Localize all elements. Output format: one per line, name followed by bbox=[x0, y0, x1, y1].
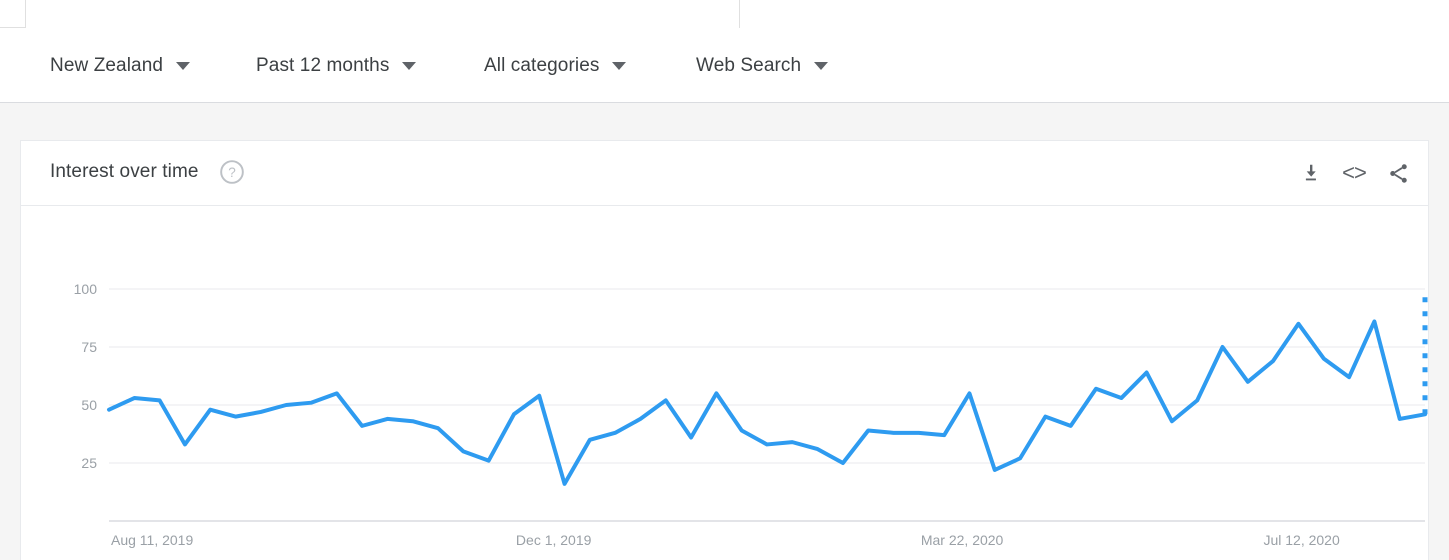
category-filter-label: All categories bbox=[484, 54, 600, 76]
x-axis-tick-label: Dec 1, 2019 bbox=[516, 532, 592, 548]
interest-over-time-chart: 25 50 75 100 Aug 11, 2019 Dec 1, 2019 Mar 22, … bbox=[21, 207, 1428, 560]
embed-button[interactable]: <> bbox=[1336, 155, 1372, 191]
chevron-down-icon bbox=[176, 61, 191, 70]
interest-over-time-card: Interest over time ? <> 25 50 75 100 Aug… bbox=[20, 140, 1429, 560]
top-search-bar bbox=[0, 0, 1449, 28]
category-filter[interactable]: All categories bbox=[484, 28, 627, 103]
download-csv-button[interactable] bbox=[1292, 155, 1328, 191]
filter-bar: New Zealand Past 12 months All categorie… bbox=[0, 28, 1449, 103]
y-axis-tick-label: 25 bbox=[81, 455, 97, 471]
help-circle-icon[interactable]: ? bbox=[219, 159, 245, 185]
time-filter[interactable]: Past 12 months bbox=[256, 28, 417, 103]
time-filter-label: Past 12 months bbox=[256, 54, 390, 76]
x-axis-tick-label: Mar 22, 2020 bbox=[921, 532, 1004, 548]
share-button[interactable] bbox=[1380, 155, 1416, 191]
page-title: Interest over time bbox=[50, 161, 199, 182]
x-axis-tick-label: Jul 12, 2020 bbox=[1263, 532, 1339, 548]
y-axis-tick-label: 75 bbox=[81, 339, 97, 355]
chart-canvas: 25 50 75 100 Aug 11, 2019 Dec 1, 2019 Mar 22, … bbox=[74, 281, 1428, 548]
trend-line bbox=[107, 319, 1427, 486]
region-filter-label: New Zealand bbox=[50, 54, 164, 76]
region-filter[interactable]: New Zealand bbox=[50, 28, 191, 103]
chevron-down-icon bbox=[402, 61, 417, 70]
y-axis-tick-label: 50 bbox=[81, 397, 97, 413]
embed-code-icon: <> bbox=[1342, 160, 1367, 185]
search-type-filter[interactable]: Web Search bbox=[696, 28, 829, 103]
svg-text:?: ? bbox=[228, 165, 236, 180]
x-axis-tick-label: Aug 11, 2019 bbox=[111, 532, 193, 548]
y-axis-tick-label: 100 bbox=[74, 281, 98, 297]
card-header: Interest over time ? <> bbox=[21, 141, 1428, 206]
chevron-down-icon bbox=[814, 61, 829, 70]
search-type-filter-label: Web Search bbox=[696, 54, 802, 76]
compare-input-box[interactable] bbox=[740, 0, 1449, 28]
search-input-box[interactable] bbox=[25, 0, 740, 28]
card-actions: <> bbox=[1292, 155, 1416, 191]
chevron-down-icon bbox=[612, 61, 627, 70]
